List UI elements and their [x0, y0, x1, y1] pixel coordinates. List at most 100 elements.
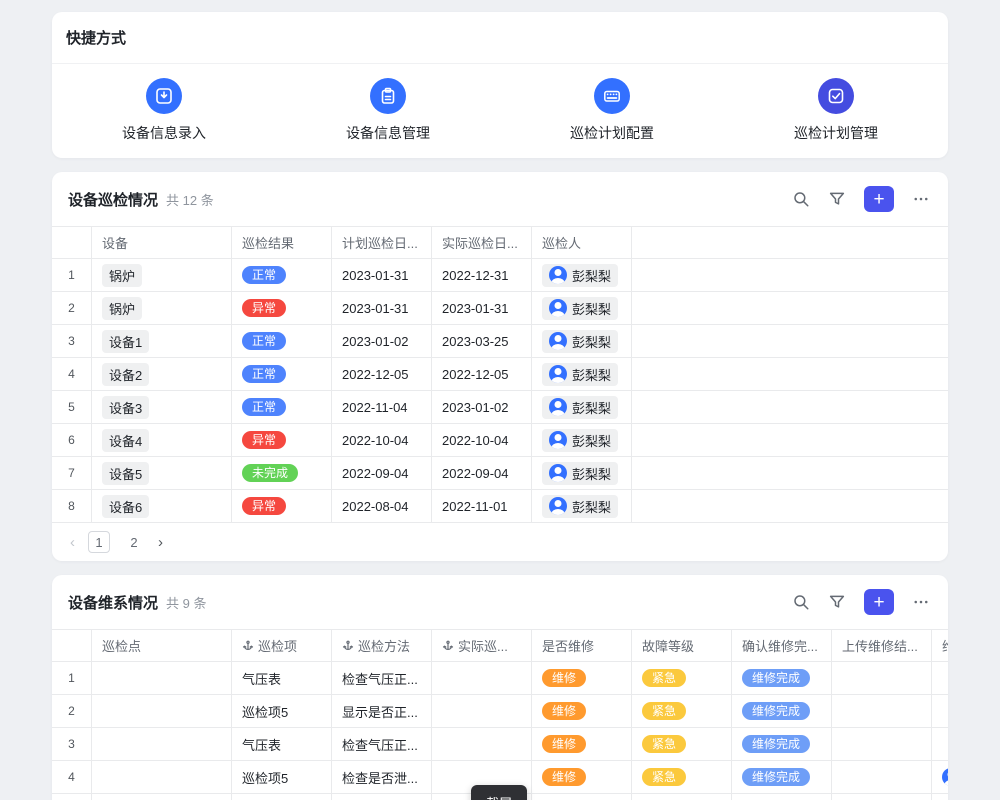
result-cell[interactable]: 异常: [232, 490, 332, 522]
repair-badge[interactable]: 维修: [542, 669, 586, 687]
inspector-chip[interactable]: 彭梨梨: [542, 462, 618, 485]
plan-date-cell[interactable]: 2023-01-31: [332, 292, 432, 324]
point-cell[interactable]: [92, 695, 232, 727]
confirm-cell[interactable]: 维修完成: [732, 794, 832, 800]
actual-date-cell[interactable]: 2022-10-04: [432, 424, 532, 456]
actual-cell[interactable]: [432, 662, 532, 694]
inspector-cell[interactable]: 彭梨梨: [532, 325, 632, 357]
level-cell[interactable]: 紧急: [632, 761, 732, 793]
device-chip[interactable]: 设备5: [102, 462, 149, 485]
confirm-cell[interactable]: 维修完成: [732, 662, 832, 694]
table-row[interactable]: 1 气压表 检查气压正... 维修 紧急 维修完成: [52, 662, 948, 695]
confirm-cell[interactable]: 维修完成: [732, 728, 832, 760]
repairer-cell[interactable]: [932, 761, 948, 793]
shortcut-device-entry[interactable]: 设备信息录入: [122, 78, 206, 143]
inspector-cell[interactable]: 彭梨梨: [532, 292, 632, 324]
upload-cell[interactable]: [832, 794, 932, 800]
upload-cell[interactable]: [832, 662, 932, 694]
repair-badge[interactable]: 维修: [542, 702, 586, 720]
plan-date-cell[interactable]: 2022-12-05: [332, 358, 432, 390]
actual-cell[interactable]: [432, 695, 532, 727]
device-chip[interactable]: 设备1: [102, 330, 149, 353]
result-cell[interactable]: 正常: [232, 259, 332, 291]
pager-page-1[interactable]: 1: [88, 531, 110, 553]
actual-date-cell[interactable]: 2022-09-04: [432, 457, 532, 489]
shortcut-plan-config[interactable]: 巡检计划配置: [570, 78, 654, 143]
confirm-badge[interactable]: 维修完成: [742, 735, 810, 753]
column-header-method[interactable]: 巡检方法: [332, 630, 432, 661]
inspector-chip[interactable]: 彭梨梨: [542, 396, 618, 419]
inspector-chip[interactable]: 彭梨梨: [542, 495, 618, 518]
result-badge[interactable]: 正常: [242, 266, 286, 284]
device-cell[interactable]: 设备3: [92, 391, 232, 423]
device-chip[interactable]: 设备2: [102, 363, 149, 386]
device-cell[interactable]: 设备6: [92, 490, 232, 522]
item-cell[interactable]: 巡检项5: [232, 695, 332, 727]
inspector-cell[interactable]: 彭梨梨: [532, 391, 632, 423]
inspector-chip[interactable]: 彭梨梨: [542, 297, 618, 320]
level-badge[interactable]: 紧急: [642, 702, 686, 720]
device-cell[interactable]: 设备1: [92, 325, 232, 357]
upload-cell[interactable]: [832, 695, 932, 727]
pager-prev-icon[interactable]: ‹: [70, 534, 75, 551]
plan-date-cell[interactable]: 2023-01-31: [332, 259, 432, 291]
pager-page-2[interactable]: 2: [123, 531, 145, 553]
level-cell[interactable]: 紧急: [632, 695, 732, 727]
table-row[interactable]: 3 气压表 检查气压正... 维修 紧急 维修完成: [52, 728, 948, 761]
repairer-cell[interactable]: [932, 695, 948, 727]
column-header-plan-date[interactable]: 计划巡检日...: [332, 227, 432, 258]
repairer-cell[interactable]: [932, 794, 948, 800]
table-row[interactable]: 6 设备4 异常 2022-10-04 2022-10-04 彭梨梨: [52, 424, 948, 457]
actual-date-cell[interactable]: 2023-01-02: [432, 391, 532, 423]
table-row[interactable]: 5 设备3 正常 2022-11-04 2023-01-02 彭梨梨: [52, 391, 948, 424]
inspector-cell[interactable]: 彭梨梨: [532, 358, 632, 390]
method-cell[interactable]: 检查气压正...: [332, 662, 432, 694]
confirm-badge[interactable]: 维修完成: [742, 768, 810, 786]
result-cell[interactable]: 异常: [232, 424, 332, 456]
column-header-actual[interactable]: 实际巡...: [432, 630, 532, 661]
device-cell[interactable]: 锅炉: [92, 292, 232, 324]
confirm-badge[interactable]: 维修完成: [742, 669, 810, 687]
repair-badge[interactable]: 维修: [542, 768, 586, 786]
column-header-repairer[interactable]: 维修人: [932, 630, 948, 661]
point-cell[interactable]: [92, 761, 232, 793]
column-header-confirm[interactable]: 确认维修完...: [732, 630, 832, 661]
repairer-cell[interactable]: [932, 662, 948, 694]
repairer-cell[interactable]: [932, 728, 948, 760]
device-cell[interactable]: 锅炉: [92, 259, 232, 291]
result-cell[interactable]: 正常: [232, 325, 332, 357]
inspector-cell[interactable]: 彭梨梨: [532, 424, 632, 456]
column-header-repair[interactable]: 是否维修: [532, 630, 632, 661]
item-cell[interactable]: 巡检项5: [232, 761, 332, 793]
device-chip[interactable]: 设备4: [102, 429, 149, 452]
column-header-item[interactable]: 巡检项: [232, 630, 332, 661]
inspector-cell[interactable]: 彭梨梨: [532, 457, 632, 489]
shortcut-device-manage[interactable]: 设备信息管理: [346, 78, 430, 143]
table-row[interactable]: 7 设备5 未完成 2022-09-04 2022-09-04 彭梨梨: [52, 457, 948, 490]
actual-date-cell[interactable]: 2023-03-25: [432, 325, 532, 357]
plan-date-cell[interactable]: 2022-08-04: [332, 490, 432, 522]
pager-next-icon[interactable]: ›: [158, 534, 163, 551]
column-header-device[interactable]: 设备: [92, 227, 232, 258]
more-options-icon[interactable]: [912, 593, 932, 611]
column-header-inspector[interactable]: 巡检人: [532, 227, 632, 258]
table-row[interactable]: 4 设备2 正常 2022-12-05 2022-12-05 彭梨梨: [52, 358, 948, 391]
level-badge[interactable]: 紧急: [642, 669, 686, 687]
repair-cell[interactable]: 维修: [532, 794, 632, 800]
level-cell[interactable]: 紧急: [632, 662, 732, 694]
device-cell[interactable]: 设备5: [92, 457, 232, 489]
item-cell[interactable]: 气压表: [232, 728, 332, 760]
repair-cell[interactable]: 维修: [532, 761, 632, 793]
actual-date-cell[interactable]: 2023-01-31: [432, 292, 532, 324]
table-row[interactable]: 1 锅炉 正常 2023-01-31 2022-12-31 彭梨梨: [52, 259, 948, 292]
result-cell[interactable]: 未完成: [232, 457, 332, 489]
column-header-upload[interactable]: 上传维修结...: [832, 630, 932, 661]
result-badge[interactable]: 未完成: [242, 464, 298, 482]
method-cell[interactable]: 显示是否正...: [332, 794, 432, 800]
table-row[interactable]: 2 锅炉 异常 2023-01-31 2023-01-31 彭梨梨: [52, 292, 948, 325]
plan-date-cell[interactable]: 2022-11-04: [332, 391, 432, 423]
device-chip[interactable]: 锅炉: [102, 264, 142, 287]
actual-date-cell[interactable]: 2022-12-31: [432, 259, 532, 291]
device-chip[interactable]: 设备3: [102, 396, 149, 419]
column-header-level[interactable]: 故障等级: [632, 630, 732, 661]
